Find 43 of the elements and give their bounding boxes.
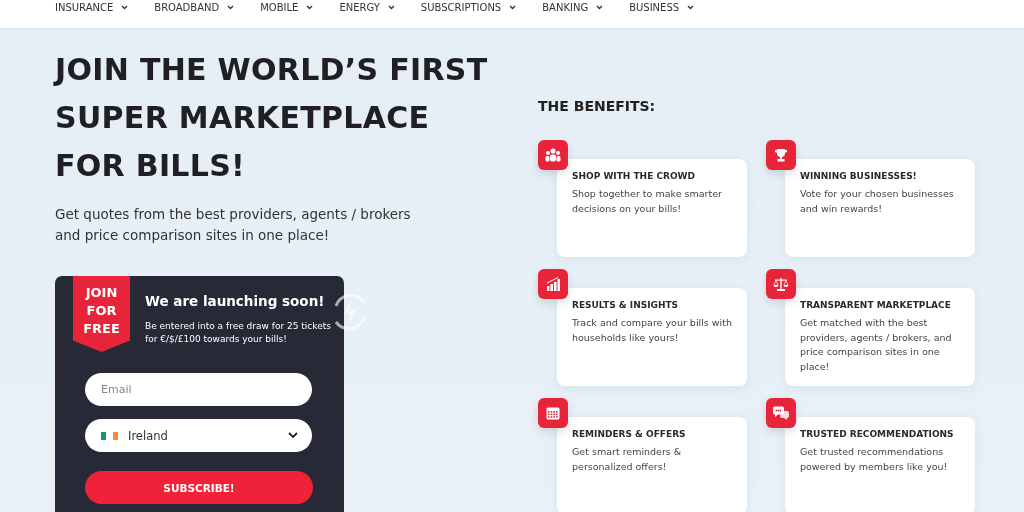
- trophy-icon: [774, 148, 788, 162]
- nav-menu-item[interactable]: ENERGY: [339, 0, 395, 15]
- benefit-text: Get trusted recommendations powered by members like you!: [800, 445, 949, 474]
- bar-chart-icon: [546, 277, 560, 291]
- nav-menu-item[interactable]: BROADBAND: [154, 0, 235, 15]
- nav-menu-item[interactable]: INSURANCE: [55, 0, 129, 15]
- signup-text: Be entered into a free draw for 25 tickets for €/$/£100 towards your bills!: [145, 320, 332, 346]
- subtitle: Get quotes from the best providers, agents / brokers and price comparison sites in one place!: [55, 205, 412, 245]
- nav-menu-item[interactable]: MOBILE: [260, 0, 314, 15]
- benefit-text: Get matched with the best providers, agents / brokers, and price comparison sites in one place!: [800, 316, 953, 374]
- calendar-icon: [546, 406, 560, 420]
- country-select[interactable]: Ireland: [85, 419, 312, 452]
- subscribe-button[interactable]: SUBSCRIBE!: [85, 471, 313, 504]
- scales-icon: [773, 277, 789, 291]
- benefit-title: RESULTS & INSIGHTS: [572, 300, 680, 310]
- benefit-title: WINNING BUSINESSES!: [800, 171, 918, 181]
- join-ribbon: JOIN FOR FREE: [73, 276, 130, 352]
- benefit-text: Vote for your chosen businesses and win rewards!: [800, 187, 955, 216]
- caret-icon: [387, 5, 395, 10]
- flag-icon: [101, 431, 118, 440]
- benefit-text: Get smart reminders & personalized offers!: [572, 445, 683, 474]
- nav-menu-item[interactable]: BANKING: [542, 0, 604, 15]
- benefit-title: TRUSTED RECOMMENDATIONS: [800, 429, 955, 439]
- email-field[interactable]: Email: [85, 373, 312, 406]
- caret-icon: [687, 5, 695, 10]
- people-icon: [545, 148, 561, 162]
- caret-icon: [227, 5, 235, 10]
- headline: JOIN THE WORLD’S FIRST SUPER MARKETPLACE FOR BILLS!: [55, 51, 489, 185]
- benefits-heading: THE BENEFITS:: [538, 98, 657, 114]
- caret-icon: [306, 5, 314, 10]
- benefit-title: TRANSPARENT MARKETPLACE: [800, 300, 952, 310]
- nav-menu-item[interactable]: BUSINESS: [629, 0, 695, 15]
- chat-icon: [773, 406, 789, 420]
- caret-icon: [509, 5, 517, 10]
- benefit-text: Shop together to make smarter decisions on your bills!: [572, 187, 723, 216]
- benefit-text: Track and compare your bills with households like yours!: [572, 316, 733, 345]
- caret-icon: [596, 5, 604, 10]
- caret-icon: [121, 5, 129, 10]
- benefit-title: SHOP WITH THE CROWD: [572, 171, 696, 181]
- chevron-icon: [288, 432, 298, 439]
- signup-title: We are launching soon!: [145, 293, 325, 309]
- benefit-title: REMINDERS & OFFERS: [572, 429, 687, 439]
- nav-menu-item[interactable]: SUBSCRIPTIONS: [420, 0, 517, 15]
